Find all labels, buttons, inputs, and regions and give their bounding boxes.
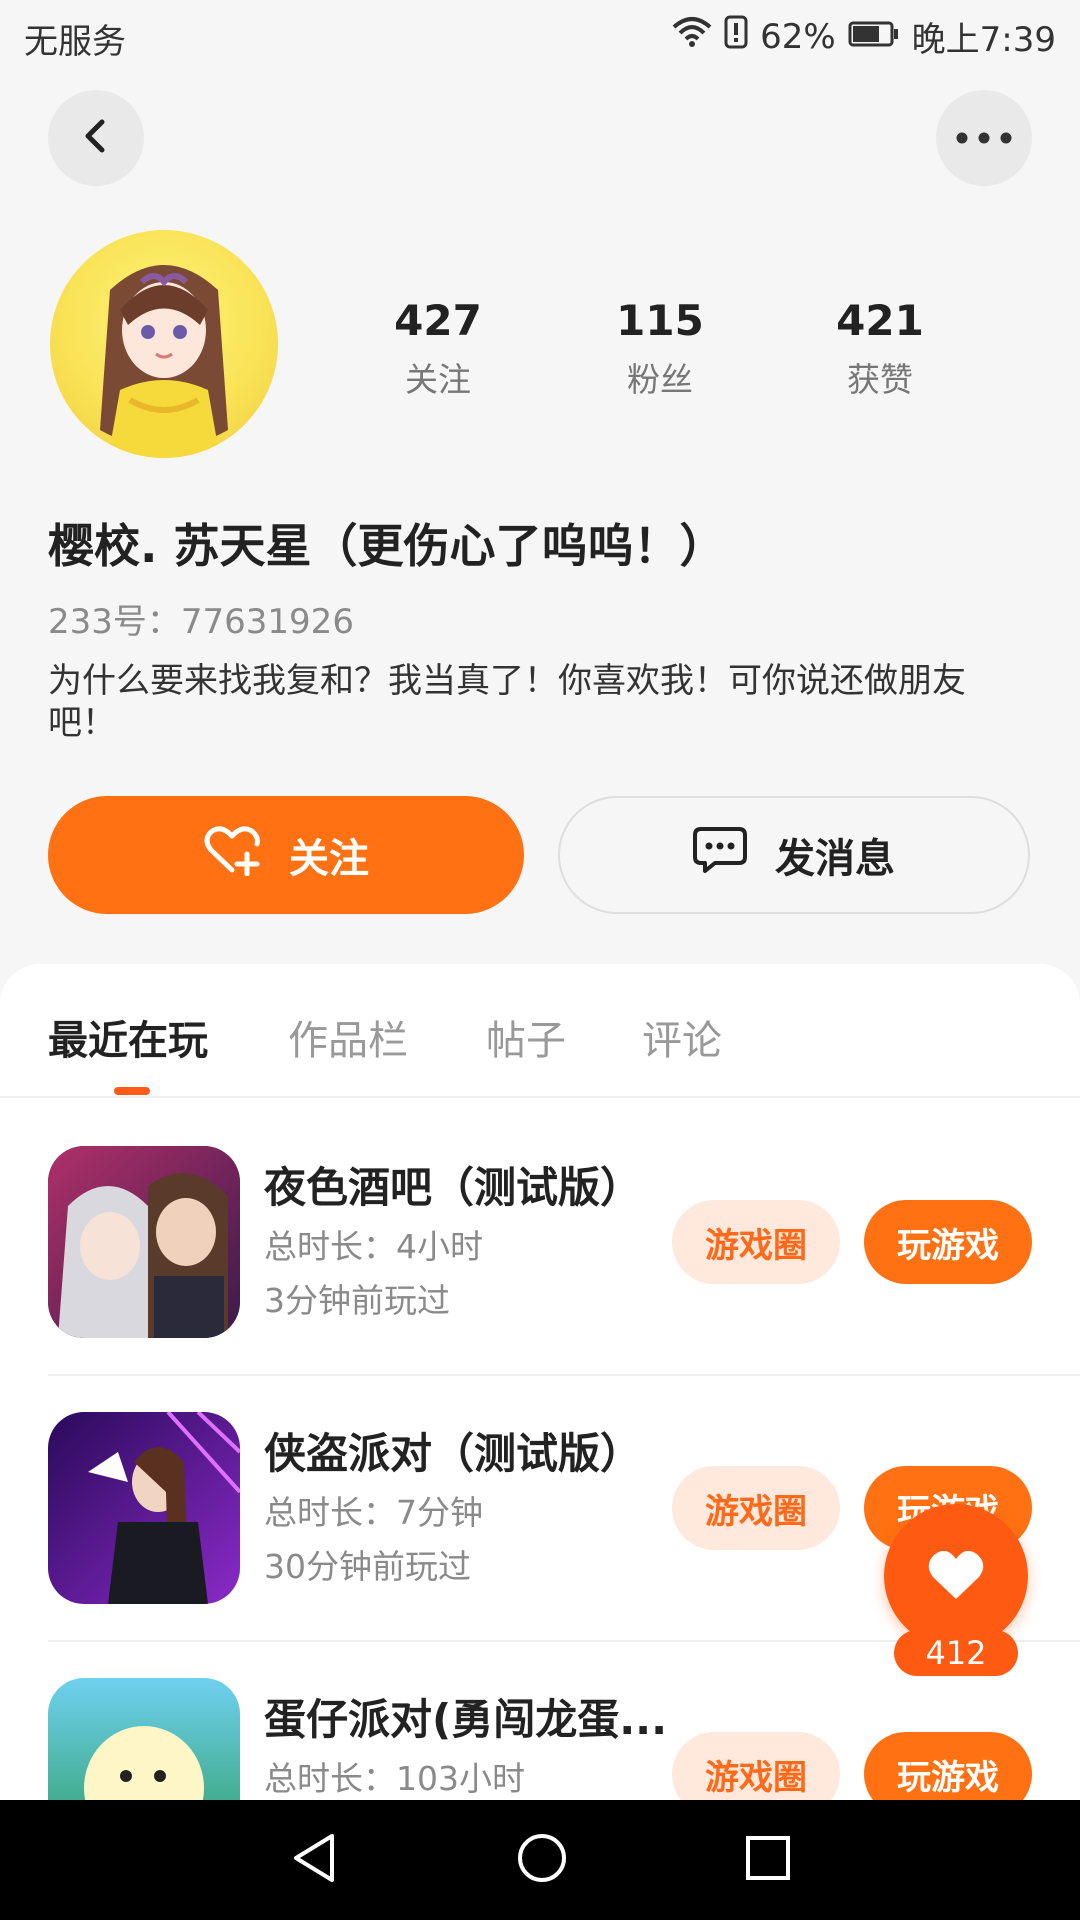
game-icon[interactable]: [48, 1678, 240, 1800]
stat-likes[interactable]: 421 获赞: [780, 296, 980, 401]
game-title: 蛋仔派对(勇闯龙蛋...: [264, 1695, 668, 1744]
game-title: 夜色酒吧（测试版）: [264, 1163, 643, 1212]
stat-fans[interactable]: 115 粉丝: [560, 296, 760, 401]
game-row[interactable]: 蛋仔派对(勇闯龙蛋... 总时长：103小时 游戏圈 玩游戏: [0, 1678, 1080, 1800]
system-nav-bar: [0, 1800, 1080, 1920]
battery-icon: [848, 17, 900, 57]
status-icons: 62% 晚上7:39: [672, 12, 1056, 61]
game-last-played: 30分钟前玩过: [264, 1547, 471, 1586]
battery-percent: 62%: [760, 16, 836, 57]
avatar[interactable]: [50, 230, 278, 458]
heart-icon: [926, 1547, 986, 1605]
tab-posts[interactable]: 帖子: [486, 1008, 566, 1066]
status-bar: 无服务 62% 晚上7:39: [0, 0, 1080, 76]
game-circle-button[interactable]: 游戏圈: [672, 1732, 840, 1800]
profile-bio: 为什么要来找我复和？我当真了！你喜欢我！可你说还做朋友吧！: [48, 661, 966, 743]
profile-id: 233号：77631926: [48, 602, 354, 642]
stat-value: 427: [394, 296, 482, 345]
chevron-left-icon: [76, 116, 116, 160]
carrier-text: 无服务: [24, 22, 126, 62]
game-title: 侠盗派对（测试版）: [264, 1429, 643, 1478]
message-button[interactable]: 发消息: [558, 796, 1030, 914]
alert-icon: [724, 15, 748, 58]
game-total-time: 总时长：103小时: [264, 1759, 525, 1798]
play-game-button[interactable]: 玩游戏: [864, 1732, 1032, 1800]
nav-home-icon[interactable]: [516, 1832, 568, 1888]
tab-indicator: [114, 1087, 150, 1095]
stat-following[interactable]: 427 关注: [338, 296, 538, 401]
game-circle-button[interactable]: 游戏圈: [672, 1466, 840, 1550]
stat-label: 粉丝: [627, 360, 693, 399]
nav-recents-icon[interactable]: [744, 1834, 792, 1886]
floating-like-button[interactable]: [884, 1504, 1028, 1648]
tab-comments[interactable]: 评论: [642, 1008, 722, 1066]
tab-divider: [0, 1096, 1080, 1098]
more-options-button[interactable]: [936, 90, 1032, 186]
game-last-played: 3分钟前玩过: [264, 1281, 450, 1320]
stat-value: 115: [616, 296, 704, 345]
profile-name: 樱校. 苏天星（更伤心了呜呜！）: [48, 519, 726, 573]
game-icon[interactable]: [48, 1412, 240, 1604]
heart-plus-icon: [203, 824, 261, 886]
game-circle-button[interactable]: 游戏圈: [672, 1200, 840, 1284]
chat-bubble-icon: [693, 825, 747, 885]
game-total-time: 总时长：7分钟: [264, 1493, 483, 1532]
follow-label: 关注: [289, 836, 369, 882]
game-row[interactable]: 夜色酒吧（测试版） 总时长：4小时 3分钟前玩过 游戏圈 玩游戏: [0, 1146, 1080, 1410]
clock: 晚上7:39: [911, 20, 1056, 60]
tab-works[interactable]: 作品栏: [288, 1008, 408, 1066]
stat-label: 获赞: [847, 360, 913, 399]
message-label: 发消息: [775, 836, 895, 882]
follow-button[interactable]: 关注: [48, 796, 524, 914]
game-icon[interactable]: [48, 1146, 240, 1338]
play-game-button[interactable]: 玩游戏: [864, 1200, 1032, 1284]
stat-label: 关注: [405, 360, 471, 399]
row-divider: [48, 1374, 1080, 1376]
back-button[interactable]: [48, 90, 144, 186]
like-count-badge: 412: [894, 1630, 1018, 1676]
nav-back-icon[interactable]: [288, 1832, 340, 1888]
tab-recent-play[interactable]: 最近在玩: [48, 1008, 208, 1066]
wifi-icon: [672, 15, 712, 58]
game-total-time: 总时长：4小时: [264, 1227, 483, 1266]
more-horizontal-icon: [956, 129, 1012, 148]
stat-value: 421: [836, 296, 924, 345]
